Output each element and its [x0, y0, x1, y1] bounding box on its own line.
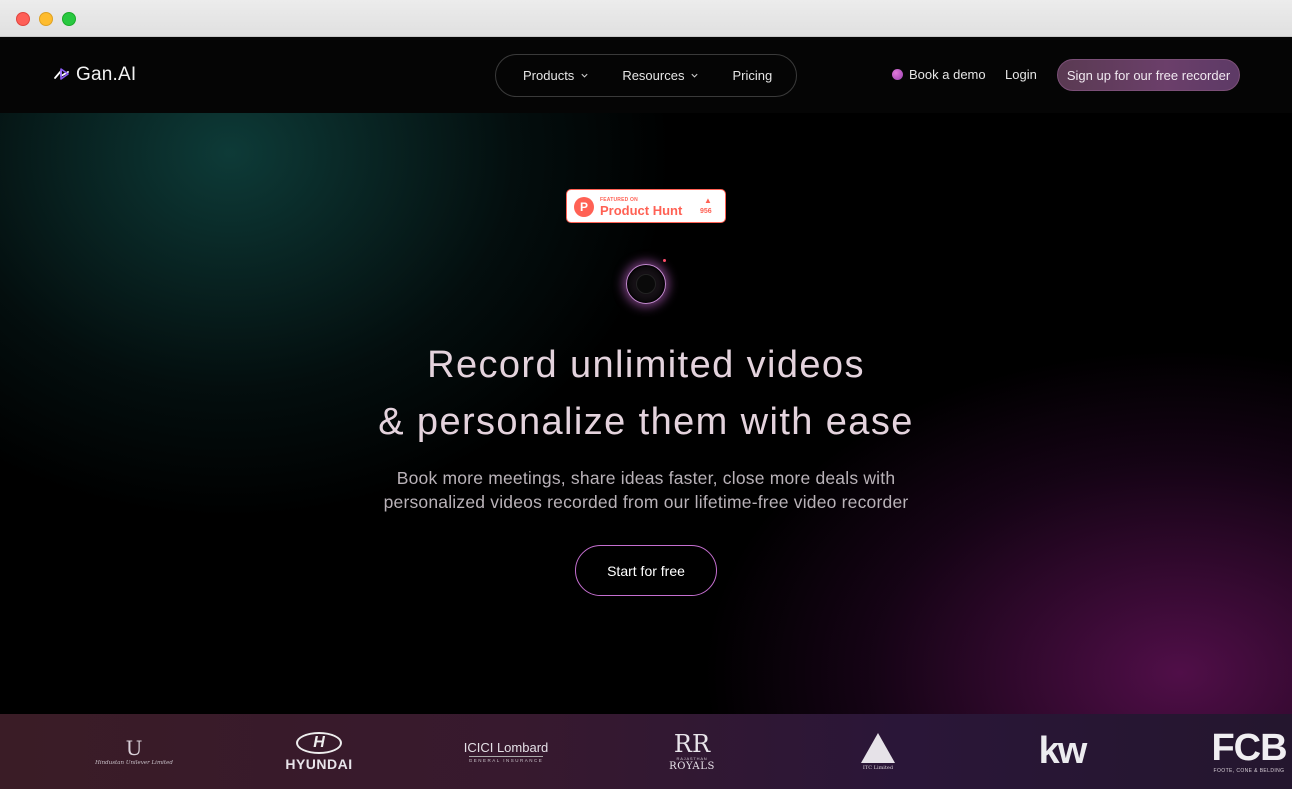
headline-line-1: Record unlimited videos: [427, 344, 865, 386]
chevron-down-icon: [581, 73, 588, 78]
browser-chrome: [0, 0, 1292, 37]
client-logos-strip: U Hindustan Unilever Limited H HYUNDAI I…: [0, 714, 1292, 789]
main-nav: Products Resources Pricing: [495, 54, 797, 97]
logo-subcaption: FOOTE, CONE & BELDING: [1213, 768, 1285, 774]
product-hunt-logo-icon: P: [574, 197, 594, 217]
close-window-button[interactable]: [16, 12, 30, 26]
book-demo-link[interactable]: Book a demo: [892, 67, 986, 82]
logo-subcaption: GENERAL INSURANCE: [468, 756, 544, 763]
headline-line-2: & personalize them with ease: [378, 401, 914, 443]
logo-caption: FCB: [1211, 727, 1287, 769]
logo-hyundai: H HYUNDAI: [276, 714, 362, 789]
brand-name: Gan.AI: [76, 64, 137, 85]
subheadline-line-1: Book more meetings, share ideas faster, …: [396, 468, 896, 488]
logo-rajasthan-royals: RR RAJASTHAN ROYALS: [660, 714, 724, 789]
logo-itc: ITC Limited: [856, 714, 900, 789]
brand-logo[interactable]: Gan.AI: [52, 64, 136, 86]
book-demo-label: Book a demo: [909, 67, 986, 82]
subheadline-line-2: personalized videos recorded from our li…: [383, 492, 909, 512]
maximize-window-button[interactable]: [62, 12, 76, 26]
logo-caption: Hindustan Unilever Limited: [95, 759, 173, 766]
logo-fcb: FCB FOOTE, CONE & BELDING: [1203, 714, 1292, 789]
rajasthan-royals-mark-icon: RR: [673, 729, 711, 758]
recording-indicator-dot: [663, 259, 666, 262]
itc-mark-icon: [861, 732, 895, 763]
nav-item-pricing[interactable]: Pricing: [732, 68, 772, 83]
hero-headline: Record unlimited videos & personalize th…: [0, 337, 1292, 451]
record-icon: [626, 264, 666, 304]
navbar: Gan.AI Products Resources Pricing Book a…: [0, 37, 1292, 113]
unilever-mark-icon: U: [125, 735, 143, 760]
nav-item-label: Resources: [622, 68, 685, 83]
nav-item-label: Pricing: [732, 68, 773, 83]
upvote-arrow-icon: ▲: [704, 196, 712, 205]
logo-caption: ITC Limited: [862, 764, 894, 771]
logo-caption: HYUNDAI: [285, 755, 353, 772]
logo-kw: kw: [1030, 714, 1094, 789]
logo-caption: kw: [1038, 730, 1088, 772]
nav-item-resources[interactable]: Resources: [622, 68, 699, 83]
nav-item-products[interactable]: Products: [523, 68, 589, 83]
hero-subheadline: Book more meetings, share ideas faster, …: [0, 466, 1292, 514]
signup-button[interactable]: Sign up for our free recorder: [1057, 59, 1240, 91]
chevron-down-icon: [691, 73, 699, 78]
product-hunt-badge[interactable]: P FEATURED ON Product Hunt ▲ 956: [566, 189, 726, 223]
upvote-count: 956: [700, 208, 712, 215]
logo-caption: ROYALS: [669, 760, 715, 772]
start-for-free-button[interactable]: Start for free: [575, 545, 717, 596]
page: Gan.AI Products Resources Pricing Book a…: [0, 37, 1292, 789]
nav-item-label: Products: [523, 68, 575, 83]
logo-icici-lombard: ICICI Lombard GENERAL INSURANCE: [455, 714, 557, 789]
record-lens: [636, 274, 656, 294]
logo-hindustan-unilever: U Hindustan Unilever Limited: [92, 714, 176, 789]
product-hunt-name: Product Hunt: [600, 203, 683, 218]
demo-dot-icon: [892, 69, 903, 80]
logo-caption: ICICI Lombard: [463, 740, 549, 755]
minimize-window-button[interactable]: [39, 12, 53, 26]
login-link[interactable]: Login: [1005, 67, 1037, 82]
hyundai-mark-icon: H: [296, 731, 342, 754]
gan-ai-logo-icon: [54, 68, 69, 80]
